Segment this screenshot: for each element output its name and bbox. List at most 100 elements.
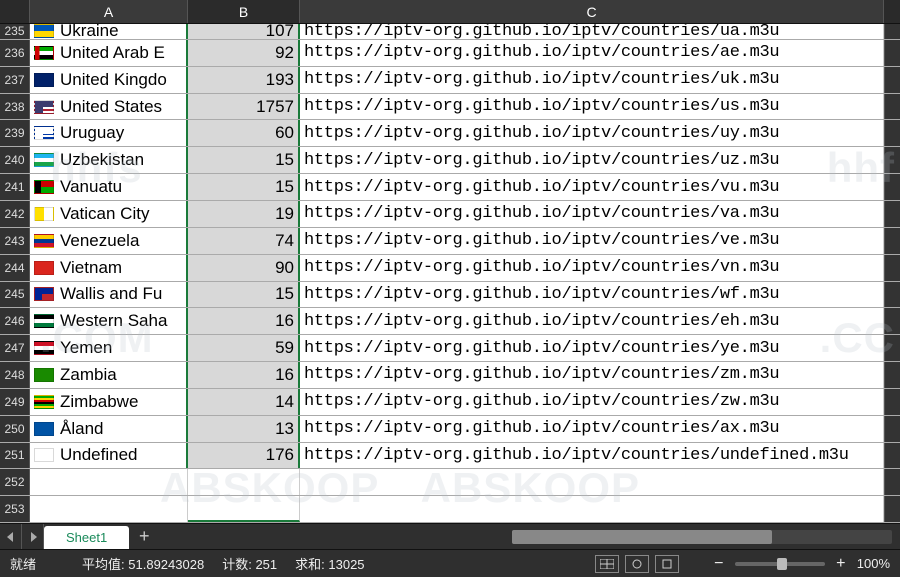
cell-url[interactable]: https://iptv-org.github.io/iptv/countrie… <box>300 416 884 442</box>
zoom-slider-thumb[interactable] <box>777 558 787 570</box>
cell-count[interactable]: 16 <box>188 308 300 334</box>
row-header[interactable]: 248 <box>0 362 30 388</box>
vscroll-gutter[interactable] <box>884 308 900 334</box>
cell-url[interactable]: https://iptv-org.github.io/iptv/countrie… <box>300 40 884 66</box>
row-header[interactable]: 245 <box>0 282 30 308</box>
cell-country[interactable]: United Arab E <box>30 40 188 66</box>
cell-count[interactable]: 107 <box>188 24 300 39</box>
vscroll-gutter[interactable] <box>884 335 900 361</box>
cell-count[interactable]: 60 <box>188 120 300 146</box>
row-header[interactable]: 240 <box>0 147 30 173</box>
cell-count[interactable]: 1757 <box>188 94 300 120</box>
cell-count[interactable]: 15 <box>188 147 300 173</box>
cell-empty[interactable] <box>30 469 188 495</box>
cell-url[interactable]: https://iptv-org.github.io/iptv/countrie… <box>300 120 884 146</box>
row-header[interactable]: 249 <box>0 389 30 415</box>
zoom-in-button[interactable]: + <box>833 555 849 573</box>
row-header[interactable]: 252 <box>0 469 30 495</box>
cell-count[interactable]: 16 <box>188 362 300 388</box>
cell-country[interactable]: Vanuatu <box>30 174 188 200</box>
tab-nav-next[interactable] <box>22 524 44 550</box>
row-header[interactable]: 246 <box>0 308 30 334</box>
cell-country[interactable]: Uruguay <box>30 120 188 146</box>
vscroll-gutter[interactable] <box>884 120 900 146</box>
vscroll-gutter[interactable] <box>884 496 900 522</box>
zoom-percent[interactable]: 100% <box>857 556 890 571</box>
cell-url[interactable]: https://iptv-org.github.io/iptv/countrie… <box>300 282 884 308</box>
horizontal-scrollbar[interactable] <box>512 530 892 544</box>
column-header-B[interactable]: B <box>188 0 300 23</box>
cell-count[interactable]: 15 <box>188 282 300 308</box>
vscroll-gutter[interactable] <box>884 228 900 254</box>
row-header[interactable]: 241 <box>0 174 30 200</box>
cell-url[interactable]: https://iptv-org.github.io/iptv/countrie… <box>300 201 884 227</box>
view-normal-button[interactable] <box>595 555 619 573</box>
vscroll-gutter[interactable] <box>884 201 900 227</box>
cell-country[interactable]: Vatican City <box>30 201 188 227</box>
sheet-tab-active[interactable]: Sheet1 <box>44 526 129 550</box>
cell-country[interactable]: Uzbekistan <box>30 147 188 173</box>
cell-count[interactable]: 193 <box>188 67 300 93</box>
cell-url[interactable]: https://iptv-org.github.io/iptv/countrie… <box>300 24 884 39</box>
cell-empty[interactable] <box>188 469 300 495</box>
row-header[interactable]: 253 <box>0 496 30 522</box>
cell-url[interactable]: https://iptv-org.github.io/iptv/countrie… <box>300 147 884 173</box>
zoom-slider[interactable] <box>735 562 825 566</box>
vscroll-gutter[interactable] <box>884 255 900 281</box>
vscroll-gutter[interactable] <box>884 40 900 66</box>
column-header-A[interactable]: A <box>30 0 188 23</box>
cell-count[interactable]: 90 <box>188 255 300 281</box>
cell-country[interactable]: Åland <box>30 416 188 442</box>
cell-empty[interactable] <box>300 469 884 495</box>
vscroll-gutter[interactable] <box>884 147 900 173</box>
select-all-corner[interactable] <box>0 0 30 23</box>
cell-count[interactable]: 14 <box>188 389 300 415</box>
cell-country[interactable]: Vietnam <box>30 255 188 281</box>
row-header[interactable]: 235 <box>0 24 30 39</box>
cell-count[interactable]: 59 <box>188 335 300 361</box>
vscroll-gutter[interactable] <box>884 443 900 469</box>
row-header[interactable]: 242 <box>0 201 30 227</box>
cell-country[interactable]: Venezuela <box>30 228 188 254</box>
row-header[interactable]: 236 <box>0 40 30 66</box>
cell-country[interactable]: United States <box>30 94 188 120</box>
row-header[interactable]: 244 <box>0 255 30 281</box>
cell-country[interactable]: Undefined <box>30 443 188 469</box>
vscroll-gutter[interactable] <box>884 416 900 442</box>
vscroll-gutter[interactable] <box>884 389 900 415</box>
cell-country[interactable]: Zimbabwe <box>30 389 188 415</box>
cell-count[interactable]: 15 <box>188 174 300 200</box>
row-header[interactable]: 243 <box>0 228 30 254</box>
cell-country[interactable]: Wallis and Fu <box>30 282 188 308</box>
vscroll-gutter[interactable] <box>884 469 900 495</box>
zoom-out-button[interactable]: − <box>711 555 727 573</box>
cell-country[interactable]: United Kingdo <box>30 67 188 93</box>
view-page-layout-button[interactable] <box>625 555 649 573</box>
cell-url[interactable]: https://iptv-org.github.io/iptv/countrie… <box>300 174 884 200</box>
column-header-C[interactable]: C <box>300 0 884 23</box>
cell-country[interactable]: Western Saha <box>30 308 188 334</box>
cell-country[interactable]: Ukraine <box>30 24 188 39</box>
cell-count[interactable]: 13 <box>188 416 300 442</box>
cell-empty[interactable] <box>300 496 884 522</box>
cell-count[interactable]: 176 <box>188 443 300 469</box>
cell-country[interactable]: Yemen <box>30 335 188 361</box>
cell-url[interactable]: https://iptv-org.github.io/iptv/countrie… <box>300 362 884 388</box>
cell-empty[interactable] <box>30 496 188 522</box>
row-header[interactable]: 247 <box>0 335 30 361</box>
row-header[interactable]: 251 <box>0 443 30 469</box>
row-header[interactable]: 237 <box>0 67 30 93</box>
vscroll-gutter[interactable] <box>884 94 900 120</box>
cell-url[interactable]: https://iptv-org.github.io/iptv/countrie… <box>300 335 884 361</box>
vscroll-gutter[interactable] <box>884 362 900 388</box>
vscroll-gutter[interactable] <box>884 174 900 200</box>
add-sheet-button[interactable]: + <box>131 525 157 549</box>
cell-url[interactable]: https://iptv-org.github.io/iptv/countrie… <box>300 94 884 120</box>
row-header[interactable]: 238 <box>0 94 30 120</box>
horizontal-scroll-thumb[interactable] <box>512 530 772 544</box>
cell-count[interactable]: 92 <box>188 40 300 66</box>
view-page-break-button[interactable] <box>655 555 679 573</box>
cell-country[interactable]: Zambia <box>30 362 188 388</box>
cell-url[interactable]: https://iptv-org.github.io/iptv/countrie… <box>300 67 884 93</box>
row-header[interactable]: 250 <box>0 416 30 442</box>
